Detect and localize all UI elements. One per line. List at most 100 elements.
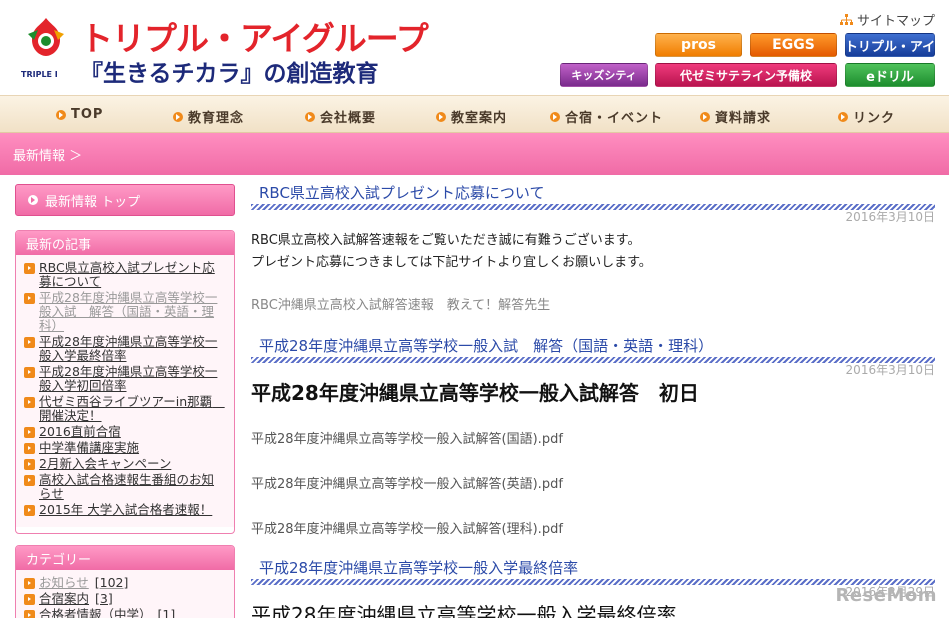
recent-post-link[interactable]: 平成28年度沖縄県立高等学校一般入学最終倍率 [24, 335, 226, 363]
arrow-bullet-icon [24, 578, 35, 589]
nav-item-events[interactable]: 合宿・イベント [550, 107, 663, 126]
category-count: [3] [95, 591, 113, 606]
nav-item-label: 資料請求 [715, 111, 772, 126]
sitemap-label: サイトマップ [856, 14, 935, 29]
category-label: 合格者情報（中学） [39, 607, 152, 618]
recent-post-link[interactable]: 2015年 大学入試合格者速報！ [24, 503, 226, 517]
categories-heading: カテゴリー [16, 546, 234, 570]
post-date: 2016年3月10日 [845, 210, 935, 224]
post-title-link[interactable]: RBC県立高校入試プレゼント応募について [251, 182, 935, 204]
category-link[interactable]: 合宿案内 [3] [24, 592, 226, 606]
recent-post-label: 中学準備講座実施 [39, 440, 140, 455]
category-link[interactable]: 合格者情報（中学） [1] [24, 608, 226, 618]
nav-item-label: 教育理念 [188, 111, 245, 126]
site-header: TRIPLE I トリプル・アイグループ 『生きるチカラ』の創造教育 サイトマッ… [0, 0, 949, 95]
site-title[interactable]: トリプル・アイグループ [80, 12, 429, 60]
pdf-link[interactable]: 平成28年度沖縄県立高等学校一般入試解答(国語).pdf [251, 428, 935, 447]
post-date: 2016年3月10日 [845, 363, 935, 377]
recent-post-link[interactable]: 高校入試合格速報生番組のお知らせ [24, 473, 226, 501]
arrow-bullet-icon [28, 195, 38, 205]
triple-i-banner[interactable]: トリプル・アイ [845, 33, 935, 57]
sitemap-link[interactable]: サイトマップ [839, 10, 935, 29]
recent-post-label: 平成28年度沖縄県立高等学校一般入学最終倍率 [39, 334, 218, 363]
nav-item-label: TOP [71, 107, 104, 122]
news-top-label: 最新情報 トップ [45, 194, 141, 210]
sitemap-icon [839, 14, 853, 25]
recent-post-link[interactable]: RBC県立高校入試プレゼント応募について [24, 261, 226, 289]
breadcrumb: 最新情報 ＞ [0, 133, 949, 175]
arrow-bullet-icon [24, 594, 35, 605]
recent-posts-box: 最新の記事 RBC県立高校入試プレゼント応募について 平成28年度沖縄県立高等学… [15, 230, 235, 534]
watermark-logo: ReseMom [835, 585, 937, 606]
recent-post-label: RBC県立高校入試プレゼント応募について [39, 260, 215, 289]
nav-item-label: 会社概要 [320, 111, 377, 126]
recent-post-link[interactable]: 平成28年度沖縄県立高等学校一般入学初回倍率 [24, 365, 226, 393]
arrow-bullet-icon [24, 293, 35, 304]
arrow-bullet-icon [436, 111, 446, 122]
arrow-bullet-icon [24, 367, 35, 378]
post-heading: 平成28年度沖縄県立高等学校一般入試解答 初日 [251, 381, 699, 405]
arrow-bullet-icon [305, 111, 315, 122]
edrill-banner[interactable]: eドリル [845, 63, 935, 87]
arrow-bullet-icon [24, 397, 35, 408]
arrow-bullet-icon [24, 610, 35, 618]
category-count: [102] [94, 575, 129, 590]
recent-post-link[interactable]: 中学準備講座実施 [24, 441, 226, 455]
pdf-link[interactable]: 平成28年度沖縄県立高等学校一般入試解答(理科).pdf [251, 518, 935, 537]
recent-post-label: 2015年 大学入試合格者速報！ [39, 502, 213, 517]
pros-banner[interactable]: pros [655, 33, 742, 57]
post-body-line: RBC県立高校入試解答速報をご覧いただき誠に有難うございます。 [251, 233, 641, 248]
pdf-link[interactable]: 平成28年度沖縄県立高等学校一般入試解答(英語).pdf [251, 473, 935, 492]
category-label: 合宿案内 [39, 591, 90, 606]
arrow-bullet-icon [24, 337, 35, 348]
arrow-bullet-icon [24, 475, 35, 486]
answer-site-link[interactable]: RBC沖縄県立高校入試解答速報 教えて！解答先生 [251, 294, 935, 313]
recent-post-label: 平成28年度沖縄県立高等学校一般入学初回倍率 [39, 364, 218, 393]
kids-city-banner[interactable]: キッズシティ [560, 63, 648, 87]
category-link[interactable]: お知らせ [102] [24, 576, 226, 590]
recent-post-link[interactable]: 平成28年度沖縄県立高等学校一般入試 解答（国語・英語・理科） [24, 291, 226, 333]
nav-item-label: 教室案内 [451, 111, 508, 126]
category-label: お知らせ [39, 575, 89, 590]
post-title-link[interactable]: 平成28年度沖縄県立高等学校一般入試 解答（国語・英語・理科） [251, 335, 935, 357]
post-body-line: プレゼント応募につきましては下記サイトより宜しくお願いします。 [251, 255, 652, 270]
yozemi-satellite-banner[interactable]: 代ゼミサテライン予備校 [655, 63, 837, 87]
post-heading: 平成28年度沖縄県立高等学校一般入学最終倍率 [251, 603, 677, 618]
news-top-button[interactable]: 最新情報 トップ [15, 184, 235, 216]
recent-post-label: 2016直前合宿 [39, 424, 121, 439]
arrow-bullet-icon [24, 459, 35, 470]
main-content: RBC県立高校入試プレゼント応募について 2016年3月10日 RBC県立高校入… [251, 182, 935, 618]
post-title-link[interactable]: 平成28年度沖縄県立高等学校一般入学最終倍率 [251, 557, 935, 579]
recent-post-link[interactable]: 2月新入会キャンペーン [24, 457, 226, 471]
post-date: 2016年2月29日 [845, 585, 935, 599]
recent-post-link[interactable]: 2016直前合宿 [24, 425, 226, 439]
arrow-bullet-icon [550, 111, 560, 122]
nav-item-top[interactable]: TOP [56, 107, 103, 122]
main-nav: TOP 教育理念 会社概要 教室案内 合宿・イベント 資料請求 リンク [0, 95, 949, 133]
categories-box: カテゴリー お知らせ [102] 合宿案内 [3] 合格者情報（中学） [1] [15, 545, 235, 618]
nav-item-links[interactable]: リンク [838, 107, 895, 126]
recent-posts-heading: 最新の記事 [16, 231, 234, 255]
recent-post-label: 高校入試合格速報生番組のお知らせ [39, 472, 215, 501]
nav-item-company[interactable]: 会社概要 [305, 107, 376, 126]
nav-item-classrooms[interactable]: 教室案内 [436, 107, 507, 126]
arrow-bullet-icon [24, 443, 35, 454]
breadcrumb-current[interactable]: 最新情報 ＞ [13, 145, 82, 164]
site-tagline: 『生きるチカラ』の創造教育 [80, 61, 379, 87]
recent-post-label: 平成28年度沖縄県立高等学校一般入試 解答（国語・英語・理科） [39, 290, 218, 333]
arrow-bullet-icon [56, 109, 66, 120]
recent-post-label: 2月新入会キャンペーン [39, 456, 172, 471]
nav-item-brochure[interactable]: 資料請求 [700, 107, 771, 126]
logo-small-text: TRIPLE I [21, 70, 58, 79]
recent-post-link[interactable]: 代ゼミ西谷ライブツアーin那覇 開催決定！ [24, 395, 226, 423]
arrow-bullet-icon [700, 111, 710, 122]
category-count: [1] [157, 607, 176, 618]
nav-item-philosophy[interactable]: 教育理念 [173, 107, 244, 126]
arrow-bullet-icon [173, 111, 183, 122]
nav-item-label: リンク [853, 111, 896, 126]
nav-item-label: 合宿・イベント [565, 111, 664, 126]
recent-post-label: 代ゼミ西谷ライブツアーin那覇 開催決定！ [39, 394, 225, 423]
arrow-bullet-icon [24, 427, 35, 438]
eggs-banner[interactable]: EGGS [750, 33, 837, 57]
arrow-bullet-icon [24, 263, 35, 274]
